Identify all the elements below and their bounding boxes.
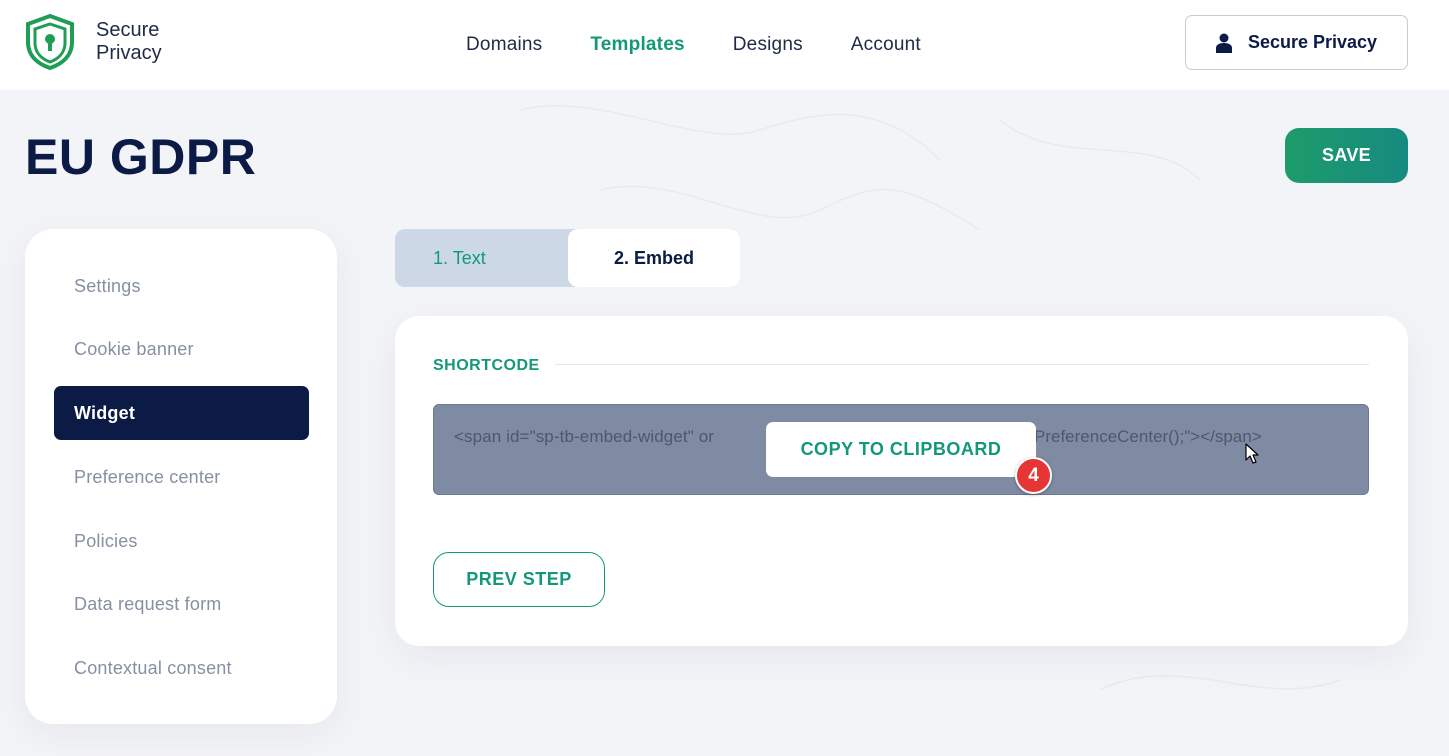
sidebar-item-contextual-consent[interactable]: Contextual consent xyxy=(54,641,309,695)
sidebar-item-data-request-form[interactable]: Data request form xyxy=(54,577,309,631)
page-title: EU GDPR xyxy=(25,129,257,185)
shortcode-label: SHORTCODE xyxy=(433,357,540,374)
prev-step-button[interactable]: PREV STEP xyxy=(433,552,605,607)
shortcode-text-end: PreferenceCenter();"></span> xyxy=(1034,427,1262,446)
sidebar-item-cookie-banner[interactable]: Cookie banner xyxy=(54,322,309,376)
tab-text[interactable]: 1. Text xyxy=(433,229,486,287)
sidebar: Settings Cookie banner Widget Preference… xyxy=(25,229,337,724)
section-divider xyxy=(555,364,1369,365)
embed-card: SHORTCODE <span id="sp-tb-embed-widget" … xyxy=(395,316,1408,646)
shortcode-text-start: <span id="sp-tb-embed-widget" or xyxy=(454,427,715,446)
top-header: Secure Privacy Domains Templates Designs… xyxy=(0,0,1449,90)
sidebar-item-widget[interactable]: Widget xyxy=(54,386,309,440)
account-button-label: Secure Privacy xyxy=(1247,32,1378,52)
nav-item-templates[interactable]: Templates xyxy=(590,34,684,56)
brand-name-line1: Secure xyxy=(96,19,160,41)
brand-name: Secure Privacy xyxy=(96,19,162,65)
step-number-badge: 4 xyxy=(1015,457,1052,494)
account-button[interactable]: Secure Privacy xyxy=(1185,15,1408,70)
nav-item-domains[interactable]: Domains xyxy=(466,34,542,56)
sidebar-item-preference-center[interactable]: Preference center xyxy=(54,450,309,504)
shield-lock-icon xyxy=(26,14,74,70)
step-tabs: 1. Text 2. Embed xyxy=(395,229,740,287)
nav-item-designs[interactable]: Designs xyxy=(733,34,803,56)
save-button[interactable]: SAVE xyxy=(1285,128,1408,183)
sidebar-item-settings[interactable]: Settings xyxy=(54,259,309,313)
brand-logo[interactable]: Secure Privacy xyxy=(24,14,162,70)
main-nav: Domains Templates Designs Account xyxy=(466,34,969,56)
user-icon xyxy=(1215,33,1232,53)
shortcode-box[interactable]: <span id="sp-tb-embed-widget" or Prefere… xyxy=(433,404,1369,495)
nav-item-account[interactable]: Account xyxy=(851,34,921,56)
sidebar-item-policies[interactable]: Policies xyxy=(54,514,309,568)
tab-embed[interactable]: 2. Embed xyxy=(568,229,740,287)
copy-to-clipboard-button[interactable]: COPY TO CLIPBOARD xyxy=(766,422,1036,477)
mouse-cursor-icon xyxy=(1245,443,1259,464)
brand-name-line2: Privacy xyxy=(96,42,162,64)
